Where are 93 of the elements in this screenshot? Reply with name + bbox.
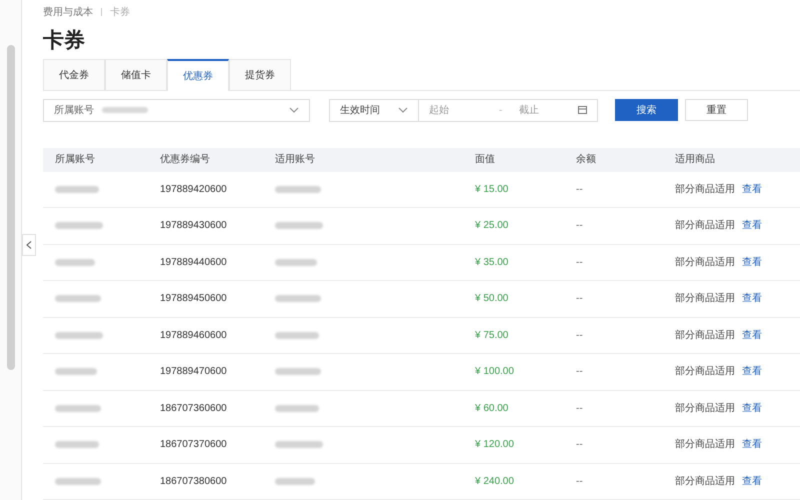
column-header: 优惠券编号 (160, 154, 210, 165)
calendar-icon (578, 106, 587, 114)
blurred-account (275, 478, 315, 485)
column-header: 余额 (576, 154, 596, 165)
view-link[interactable]: 查看 (742, 400, 762, 416)
column-header: 适用商品 (675, 154, 715, 165)
view-link[interactable]: 查看 (742, 364, 762, 380)
applicable-goods: 部分商品适用 (675, 182, 735, 197)
blurred-account (275, 258, 317, 266)
applicable-goods: 部分商品适用 (675, 438, 735, 452)
blurred-account (275, 404, 319, 412)
coupon-number: 197889470600 (160, 365, 227, 380)
balance: -- (576, 219, 583, 234)
balance: -- (576, 256, 583, 270)
face-value: ¥ 60.00 (475, 402, 508, 416)
face-value: ¥ 75.00 (475, 328, 508, 343)
balance: -- (576, 182, 583, 197)
face-value: ¥ 50.00 (475, 292, 508, 306)
coupon-number: 186707360600 (160, 402, 227, 416)
time-type-select[interactable]: 生效时间 (329, 98, 419, 122)
view-link[interactable]: 查看 (742, 437, 762, 452)
face-value: ¥ 100.00 (475, 365, 514, 380)
column-header: 面值 (475, 154, 495, 165)
breadcrumb-item: 卡券 (110, 6, 130, 20)
view-link[interactable]: 查看 (742, 182, 762, 197)
coupon-number: 186707370600 (160, 438, 227, 452)
breadcrumb-item[interactable]: 费用与成本 (43, 4, 93, 20)
view-link[interactable]: 查看 (742, 254, 762, 270)
view-link[interactable]: 查看 (742, 291, 762, 306)
blurred-account (55, 295, 101, 302)
account-select[interactable]: 所属账号 (43, 98, 310, 122)
face-value: ¥ 240.00 (475, 474, 514, 489)
balance: -- (576, 402, 583, 416)
blurred-account (55, 222, 103, 230)
balance: -- (576, 474, 583, 489)
view-link[interactable]: 查看 (742, 474, 762, 489)
face-value: ¥ 15.00 (475, 182, 508, 197)
blurred-account (55, 404, 101, 412)
coupon-number: 197889460600 (160, 328, 227, 343)
tab[interactable]: 代金券 (43, 59, 105, 90)
coupon-number: 197889440600 (160, 256, 227, 270)
applicable-goods: 部分商品适用 (675, 256, 735, 270)
blurred-account (275, 186, 321, 193)
tab[interactable]: 储值卡 (105, 59, 167, 90)
view-link[interactable]: 查看 (742, 328, 762, 343)
applicable-goods: 部分商品适用 (675, 364, 735, 380)
tab[interactable]: 提货券 (229, 59, 291, 90)
collapse-button[interactable] (22, 234, 36, 256)
applicable-goods: 部分商品适用 (675, 292, 735, 306)
balance: -- (576, 365, 583, 380)
blurred-account (55, 186, 99, 193)
range-separator: - (499, 104, 504, 118)
face-value: ¥ 25.00 (475, 219, 508, 234)
coupon-number: 186707380600 (160, 474, 227, 489)
coupon-number: 197889420600 (160, 182, 227, 197)
chevron-down-icon (289, 107, 299, 114)
blurred-account (275, 295, 321, 302)
chevron-left-icon (26, 241, 32, 249)
balance: -- (576, 328, 583, 343)
blurred-account (102, 107, 148, 114)
chevron-down-icon (398, 107, 408, 114)
date-range-field[interactable]: 起始 - 截止 (419, 98, 598, 122)
view-link[interactable]: 查看 (742, 218, 762, 234)
blurred-account (55, 258, 95, 266)
coupon-number: 197889430600 (160, 219, 227, 234)
blurred-account (275, 332, 319, 339)
column-header: 所属账号 (55, 154, 95, 165)
tab[interactable]: 优惠券 (167, 59, 229, 92)
balance: -- (576, 292, 583, 306)
applicable-goods: 部分商品适用 (675, 218, 735, 234)
column-header: 适用账号 (275, 154, 315, 165)
start-date-placeholder: 起始 (429, 104, 450, 118)
blurred-account (275, 441, 323, 448)
coupon-number: 197889450600 (160, 292, 227, 306)
face-value: ¥ 35.00 (475, 256, 508, 270)
scrollbar[interactable] (6, 45, 14, 370)
end-date-placeholder: 截止 (519, 104, 540, 118)
blurred-account (55, 332, 103, 339)
applicable-goods: 部分商品适用 (675, 402, 735, 416)
time-type-label: 生效时间 (340, 104, 380, 118)
page-title: 卡券 (43, 28, 86, 54)
blurred-account (55, 368, 97, 376)
face-value: ¥ 120.00 (475, 438, 514, 452)
blurred-account (55, 441, 99, 448)
applicable-goods: 部分商品适用 (675, 474, 735, 489)
blurred-account (275, 222, 323, 230)
balance: -- (576, 438, 583, 452)
account-label: 所属账号 (54, 104, 94, 118)
search-button[interactable]: 搜索 (615, 99, 678, 122)
applicable-goods: 部分商品适用 (675, 328, 735, 343)
blurred-account (55, 478, 101, 485)
blurred-account (275, 368, 321, 376)
reset-button[interactable]: 重置 (685, 99, 748, 122)
